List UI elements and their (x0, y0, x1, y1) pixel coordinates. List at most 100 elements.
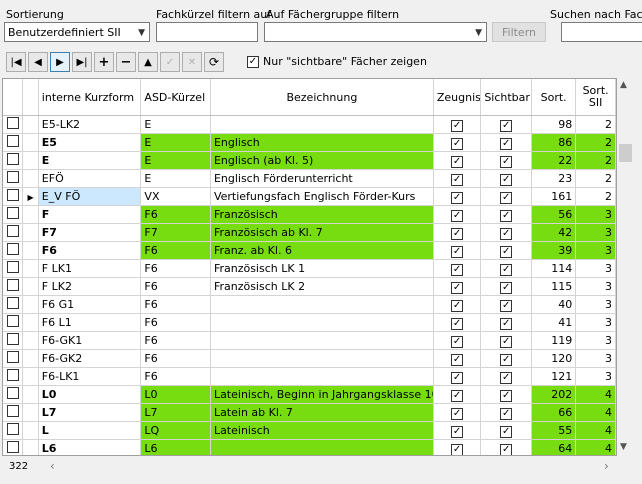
cell-bezeichnung[interactable]: Englisch (210, 133, 434, 152)
cell-kurzform[interactable]: F7 (38, 223, 142, 242)
cell-sort-sii[interactable]: 3 (575, 313, 616, 332)
cell-sichtbar[interactable]: ✓ (480, 115, 533, 134)
cell-asd[interactable]: E (140, 133, 211, 152)
cell-kurzform[interactable]: F LK2 (38, 277, 142, 296)
table-row[interactable]: L0 L0 Lateinisch, Beginn in Jahrgangsklass… (3, 385, 616, 404)
cell-sort-sii[interactable]: 3 (575, 367, 616, 386)
row-select-checkbox[interactable] (6, 279, 19, 291)
scroll-left-icon[interactable]: ‹ (50, 459, 55, 473)
cell-bezeichnung[interactable] (210, 349, 434, 368)
cell-zeugnis[interactable]: ✓ (433, 133, 482, 152)
cell-bezeichnung[interactable]: Lateinisch, Beginn in Jahrgangsklasse 10 (210, 385, 434, 404)
cell-zeugnis[interactable]: ✓ (433, 205, 482, 224)
cell-bezeichnung[interactable]: Französisch LK 2 (210, 277, 434, 296)
cell-sort[interactable]: 121 (531, 367, 577, 386)
cell-sichtbar[interactable]: ✓ (480, 295, 533, 314)
cell-sort-sii[interactable]: 2 (575, 115, 616, 134)
cell-bezeichnung[interactable] (210, 295, 434, 314)
zeugnis-checkbox[interactable]: ✓ (451, 245, 464, 258)
sichtbar-checkbox[interactable]: ✓ (500, 407, 513, 420)
row-select-checkbox[interactable] (6, 351, 19, 363)
table-row[interactable]: E5-LK2 E ✓ ✓ 98 2 (3, 115, 616, 134)
sichtbar-checkbox[interactable]: ✓ (500, 227, 513, 240)
subjects-grid[interactable]: interne Kurzform ASD-Kürzel Bezeichnung … (2, 78, 617, 456)
row-select-checkbox[interactable] (6, 261, 19, 273)
cell-kurzform[interactable]: F LK1 (38, 259, 142, 278)
table-row[interactable]: F LK1 F6 Französisch LK 1 ✓ ✓ 114 3 (3, 259, 616, 278)
table-row[interactable]: L6 L6 ✓ ✓ 64 4 (3, 439, 616, 455)
cell-bezeichnung[interactable]: Franz. ab Kl. 6 (210, 241, 434, 260)
sichtbar-checkbox[interactable]: ✓ (500, 353, 513, 366)
prior-record-icon[interactable]: ◀ (28, 52, 48, 72)
zeugnis-checkbox[interactable]: ✓ (451, 281, 464, 294)
row-select-checkbox[interactable] (6, 117, 19, 129)
cell-asd[interactable]: L7 (140, 403, 211, 422)
row-select-checkbox[interactable] (6, 225, 19, 237)
sichtbar-checkbox[interactable]: ✓ (500, 425, 513, 438)
zeugnis-checkbox[interactable]: ✓ (451, 371, 464, 384)
cell-sort-sii[interactable]: 4 (575, 385, 616, 404)
cell-bezeichnung[interactable] (210, 313, 434, 332)
cell-sichtbar[interactable]: ✓ (480, 403, 533, 422)
kuerzel-filter-input[interactable] (156, 22, 258, 42)
cell-sichtbar[interactable]: ✓ (480, 331, 533, 350)
cell-asd[interactable]: F6 (140, 331, 211, 350)
table-row[interactable]: L7 L7 Latein ab Kl. 7 ✓ ✓ 66 4 (3, 403, 616, 422)
header-kurzform[interactable]: interne Kurzform (38, 79, 142, 116)
sichtbar-checkbox[interactable]: ✓ (500, 443, 513, 455)
cell-kurzform[interactable]: L6 (38, 439, 142, 455)
zeugnis-checkbox[interactable]: ✓ (451, 317, 464, 330)
cell-bezeichnung[interactable]: Latein ab Kl. 7 (210, 403, 434, 422)
zeugnis-checkbox[interactable]: ✓ (451, 155, 464, 168)
table-row[interactable]: E E Englisch (ab Kl. 5) ✓ ✓ 22 2 (3, 151, 616, 170)
cell-sichtbar[interactable]: ✓ (480, 349, 533, 368)
cell-sort[interactable]: 114 (531, 259, 577, 278)
cell-sichtbar[interactable]: ✓ (480, 169, 533, 188)
sichtbar-checkbox[interactable]: ✓ (500, 317, 513, 330)
cell-kurzform[interactable]: EFÖ (38, 169, 142, 188)
cell-asd[interactable]: E (140, 115, 211, 134)
zeugnis-checkbox[interactable]: ✓ (451, 389, 464, 402)
cell-sichtbar[interactable]: ✓ (480, 277, 533, 296)
cell-sort[interactable]: 64 (531, 439, 577, 455)
cell-kurzform[interactable]: F6 (38, 241, 142, 260)
cell-sichtbar[interactable]: ✓ (480, 133, 533, 152)
cell-sort[interactable]: 42 (531, 223, 577, 242)
header-sichtbar[interactable]: Sichtbar (480, 79, 533, 116)
cell-bezeichnung[interactable] (210, 331, 434, 350)
cell-sort-sii[interactable]: 4 (575, 403, 616, 422)
zeugnis-checkbox[interactable]: ✓ (451, 137, 464, 150)
cell-zeugnis[interactable]: ✓ (433, 223, 482, 242)
row-select-cell[interactable] (3, 349, 24, 368)
cell-zeugnis[interactable]: ✓ (433, 259, 482, 278)
vertical-scrollbar[interactable]: ▲ ▼ (617, 78, 634, 456)
delete-record-icon[interactable]: − (116, 52, 136, 72)
table-row[interactable]: F6-GK1 F6 ✓ ✓ 119 3 (3, 331, 616, 350)
cell-kurzform[interactable]: E_V FÖ (38, 187, 142, 206)
cell-bezeichnung[interactable] (210, 439, 434, 455)
cell-bezeichnung[interactable] (210, 115, 434, 134)
cell-zeugnis[interactable]: ✓ (433, 385, 482, 404)
cell-kurzform[interactable]: F6 L1 (38, 313, 142, 332)
cell-sichtbar[interactable]: ✓ (480, 151, 533, 170)
search-input[interactable] (561, 22, 642, 42)
row-select-checkbox[interactable] (6, 315, 19, 327)
row-select-cell[interactable] (3, 331, 24, 350)
cell-sichtbar[interactable]: ✓ (480, 313, 533, 332)
cell-zeugnis[interactable]: ✓ (433, 331, 482, 350)
row-select-cell[interactable] (3, 205, 24, 224)
cell-sichtbar[interactable]: ✓ (480, 241, 533, 260)
cell-sort-sii[interactable]: 2 (575, 133, 616, 152)
row-select-cell[interactable] (3, 133, 24, 152)
cell-sort-sii[interactable]: 4 (575, 421, 616, 440)
sichtbar-checkbox[interactable]: ✓ (500, 371, 513, 384)
row-select-checkbox[interactable] (6, 135, 19, 147)
row-select-checkbox[interactable] (6, 243, 19, 255)
zeugnis-checkbox[interactable]: ✓ (451, 353, 464, 366)
cell-kurzform[interactable]: F6 G1 (38, 295, 142, 314)
insert-record-icon[interactable]: + (94, 52, 114, 72)
cell-zeugnis[interactable]: ✓ (433, 295, 482, 314)
table-row[interactable]: F7 F7 Französisch ab Kl. 7 ✓ ✓ 42 3 (3, 223, 616, 242)
cell-bezeichnung[interactable]: Französisch ab Kl. 7 (210, 223, 434, 242)
cell-sort[interactable]: 120 (531, 349, 577, 368)
